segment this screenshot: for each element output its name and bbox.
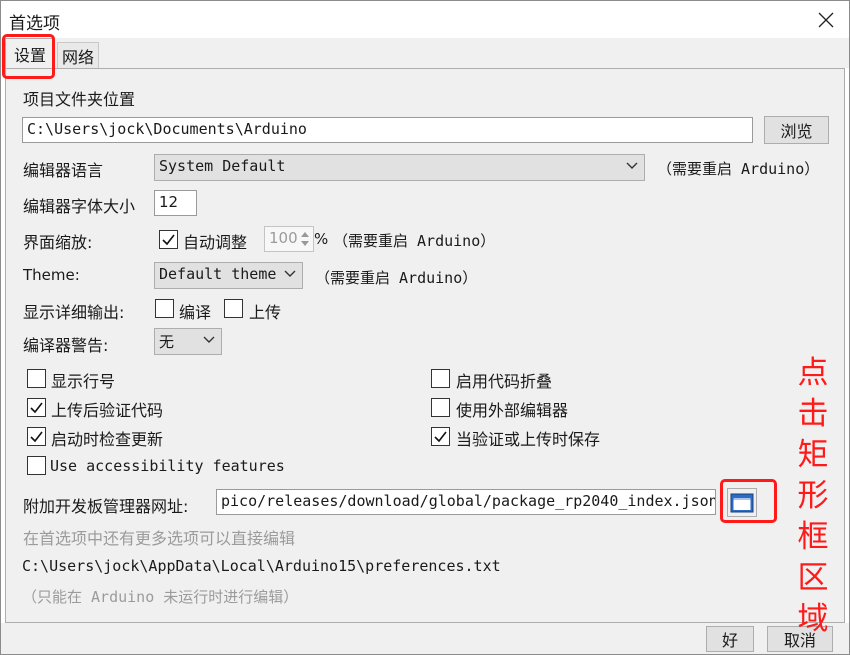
auto-scale-checkbox[interactable] <box>159 230 178 249</box>
editor-language-select[interactable]: System Default <box>154 154 645 181</box>
chevron-down-icon <box>284 270 296 277</box>
browse-button[interactable]: 浏览 <box>764 116 829 144</box>
check-updates-label: 启动时检查更新 <box>51 430 164 449</box>
editor-language-label: 编辑器语言 <box>23 161 104 180</box>
code-folding-label: 启用代码折叠 <box>456 372 553 391</box>
verbose-upload-checkbox[interactable] <box>224 299 243 318</box>
verify-after-upload-label: 上传后验证代码 <box>51 401 164 420</box>
theme-value: Default theme <box>159 265 277 283</box>
interface-scale-note: （需要重启 Arduino） <box>333 232 496 250</box>
compiler-warnings-value: 无 <box>159 333 175 351</box>
verbose-upload-label: 上传 <box>249 303 282 322</box>
verbose-compile-label: 编译 <box>179 303 212 322</box>
chevron-down-icon <box>626 162 638 169</box>
sketchbook-location-field[interactable]: C:\Users\jock\Documents\Arduino <box>22 117 753 143</box>
window-title: 首选项 <box>9 14 60 34</box>
annotation-instruction-text: 点击矩形框区域 <box>797 355 829 637</box>
theme-label: Theme: <box>23 266 80 284</box>
annotation-box-edit-button <box>720 479 777 523</box>
spinner-arrows-icon[interactable] <box>298 228 312 250</box>
tab-network[interactable]: 网络 <box>57 42 99 68</box>
scale-unit: % <box>314 230 329 248</box>
tab-strip: 设置 网络 <box>1 38 849 68</box>
interface-scale-label: 界面缩放: <box>23 233 93 252</box>
accessibility-label: Use accessibility features <box>50 457 285 475</box>
external-editor-label: 使用外部编辑器 <box>456 401 569 420</box>
save-on-verify-checkbox[interactable] <box>431 427 450 446</box>
checkmark-icon <box>30 402 43 414</box>
annotation-box-settings-tab <box>2 34 55 79</box>
accessibility-checkbox[interactable] <box>27 456 46 475</box>
board-manager-urls-field[interactable]: pico/releases/download/global/package_rp… <box>216 489 716 515</box>
close-icon <box>818 12 834 27</box>
verbose-output-label: 显示详细输出: <box>23 303 125 322</box>
ok-button[interactable]: 好 <box>706 626 754 652</box>
editor-language-value: System Default <box>159 157 286 175</box>
title-bar: 首选项 <box>1 1 849 38</box>
font-size-label: 编辑器字体大小 <box>23 197 136 216</box>
chevron-down-icon <box>203 336 215 343</box>
verify-after-upload-checkbox[interactable] <box>27 398 46 417</box>
save-on-verify-label: 当验证或上传时保存 <box>456 430 601 449</box>
code-folding-checkbox[interactable] <box>431 369 450 388</box>
compiler-warnings-label: 编译器警告: <box>23 336 109 355</box>
close-button[interactable] <box>803 1 849 38</box>
board-manager-urls-label: 附加开发板管理器网址: <box>23 497 189 516</box>
preferences-edit-note: （只能在 Arduino 未运行时进行编辑） <box>22 588 299 606</box>
more-options-hint: 在首选项中还有更多选项可以直接编辑 <box>23 529 296 548</box>
show-line-numbers-label: 显示行号 <box>51 372 116 391</box>
check-updates-checkbox[interactable] <box>27 427 46 446</box>
checkmark-icon <box>162 234 175 246</box>
checkmark-icon <box>434 431 447 443</box>
preferences-file-path: C:\Users\jock\AppData\Local\Arduino15\pr… <box>22 557 501 575</box>
editor-language-note: （需要重启 Arduino） <box>657 160 820 178</box>
theme-select[interactable]: Default theme <box>154 262 303 289</box>
show-line-numbers-checkbox[interactable] <box>27 369 46 388</box>
theme-note: （需要重启 Arduino） <box>315 269 478 287</box>
verbose-compile-checkbox[interactable] <box>155 299 174 318</box>
compiler-warnings-select[interactable]: 无 <box>154 328 222 355</box>
external-editor-checkbox[interactable] <box>431 398 450 417</box>
font-size-field[interactable]: 12 <box>154 190 197 216</box>
sketchbook-location-label: 项目文件夹位置 <box>23 90 136 109</box>
auto-scale-label: 自动调整 <box>183 233 248 252</box>
preferences-window: 首选项 设置 网络 项目文件夹位置 C:\Users\jock\Document… <box>0 0 850 655</box>
checkmark-icon <box>30 431 43 443</box>
